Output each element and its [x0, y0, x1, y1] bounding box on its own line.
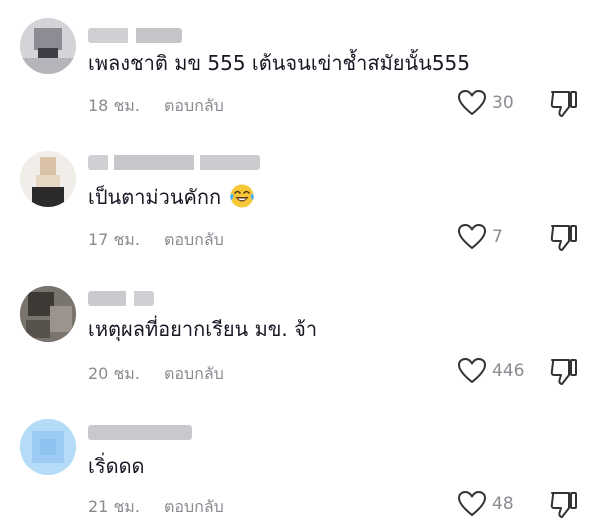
- like-button[interactable]: 30: [458, 90, 514, 116]
- comment-time: 20 ชม.: [88, 364, 140, 383]
- thumbs-down-icon: [550, 359, 577, 385]
- comment-item: เป็นตาม่วนคักก 17 ชม. ตอบกลับ 7: [0, 133, 600, 263]
- avatar[interactable]: [20, 18, 76, 74]
- tears-of-joy-emoji-icon: [230, 184, 255, 208]
- username-blurred[interactable]: [88, 291, 154, 306]
- comment-item: เริ่ดดด 21 ชม. ตอบกลับ 48: [0, 399, 600, 529]
- reply-button[interactable]: ตอบกลับ: [164, 94, 224, 119]
- thumbs-down-icon: [550, 225, 577, 251]
- username-blurred[interactable]: [88, 425, 192, 440]
- heart-outline-icon: [458, 491, 486, 516]
- username-blurred[interactable]: [88, 155, 260, 170]
- like-count: 7: [492, 227, 503, 247]
- comment-text: เพลงชาติ มข 555 เต้นจนเข่าช้ำสมัยนั้น555: [88, 51, 470, 75]
- comment-text-content: เป็นตาม่วนคักก: [88, 185, 222, 209]
- comment-text: เริ่ดดด: [88, 454, 145, 478]
- dislike-button[interactable]: [549, 90, 579, 118]
- comment-item: เพลงชาติ มข 555 เต้นจนเข่าช้ำสมัยนั้น555…: [0, 0, 600, 130]
- dislike-button[interactable]: [549, 224, 579, 252]
- like-count: 30: [492, 93, 514, 113]
- comment-time: 21 ชม.: [88, 497, 140, 516]
- thumbs-down-icon: [550, 492, 577, 518]
- heart-outline-icon: [458, 224, 486, 249]
- like-button[interactable]: 48: [458, 491, 514, 517]
- reply-button[interactable]: ตอบกลับ: [164, 362, 224, 387]
- avatar[interactable]: [20, 151, 76, 207]
- comment-item: เหตุผลที่อยากเรียน มข. จ้า 20 ชม. ตอบกลั…: [0, 266, 600, 396]
- comment-text: เหตุผลที่อยากเรียน มข. จ้า: [88, 317, 318, 341]
- thumbs-down-icon: [550, 91, 577, 117]
- comment-time: 17 ชม.: [88, 230, 140, 249]
- dislike-button[interactable]: [549, 491, 579, 519]
- like-button[interactable]: 446: [458, 358, 524, 384]
- avatar[interactable]: [20, 419, 76, 475]
- avatar[interactable]: [20, 286, 76, 342]
- heart-outline-icon: [458, 90, 486, 115]
- username-blurred[interactable]: [88, 28, 182, 43]
- heart-outline-icon: [458, 358, 486, 383]
- like-count: 446: [492, 361, 525, 381]
- like-count: 48: [492, 494, 514, 514]
- reply-button[interactable]: ตอบกลับ: [164, 228, 224, 253]
- like-button[interactable]: 7: [458, 224, 503, 250]
- reply-button[interactable]: ตอบกลับ: [164, 495, 224, 520]
- comment-time: 18 ชม.: [88, 96, 140, 115]
- dislike-button[interactable]: [549, 358, 579, 386]
- comment-text: เป็นตาม่วนคักก: [88, 183, 255, 211]
